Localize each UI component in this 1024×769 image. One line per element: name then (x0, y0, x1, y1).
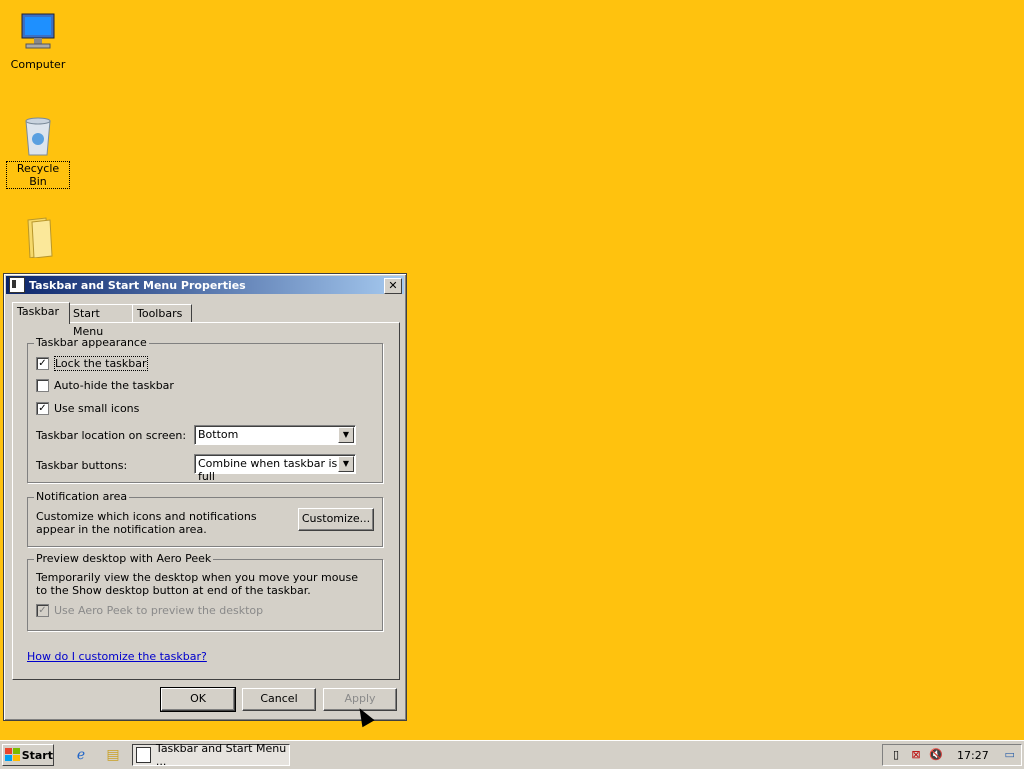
checkbox-box[interactable]: ✓ (36, 402, 49, 415)
checkbox-box[interactable]: ✓ (36, 357, 49, 370)
computer-icon (16, 10, 60, 54)
checkbox-label: Use small icons (54, 402, 140, 415)
tab-panel-taskbar: Taskbar appearance ✓ Lock the taskbar Au… (12, 322, 400, 680)
buttons-label: Taskbar buttons: (36, 459, 128, 472)
ok-button[interactable]: OK (160, 687, 236, 712)
chevron-down-icon[interactable]: ▼ (338, 456, 354, 472)
network-disconnected-icon[interactable]: ⊠ (909, 748, 923, 762)
desktop-icon-label: Recycle Bin (6, 161, 70, 189)
checkbox-label: Use Aero Peek to preview the desktop (54, 604, 264, 617)
checkbox-label: Auto-hide the taskbar (54, 379, 174, 392)
show-desktop-icon[interactable]: ▭ (1003, 748, 1017, 762)
tab-toolbars[interactable]: Toolbars (132, 304, 192, 323)
dialog-title: Taskbar and Start Menu Properties (29, 278, 246, 292)
aero-peek-description: Temporarily view the desktop when you mo… (36, 571, 358, 597)
lock-taskbar-checkbox[interactable]: ✓ Lock the taskbar (36, 356, 148, 371)
chevron-down-icon[interactable]: ▼ (338, 427, 354, 443)
aero-peek-checkbox: ✓ Use Aero Peek to preview the desktop (36, 604, 263, 617)
task-button-label: Taskbar and Start Menu ... (155, 742, 287, 768)
help-link[interactable]: How do I customize the taskbar? (27, 650, 207, 663)
start-button[interactable]: Start (2, 744, 54, 766)
customize-button[interactable]: Customize... (298, 508, 374, 531)
window-icon (9, 277, 25, 293)
tab-start-menu[interactable]: Start Menu (68, 304, 138, 338)
clock[interactable]: 17:27 (957, 749, 989, 762)
document-icon[interactable]: ▯ (889, 748, 903, 762)
dialog-titlebar[interactable]: Taskbar and Start Menu Properties ✕ (6, 276, 404, 294)
desktop-icon-recycle-bin[interactable]: Recycle Bin (6, 113, 70, 189)
windows-logo-icon (5, 748, 20, 762)
group-legend: Notification area (34, 490, 130, 503)
auto-hide-checkbox[interactable]: Auto-hide the taskbar (36, 379, 174, 392)
checkbox-box[interactable] (36, 379, 49, 392)
group-notification-area: Notification area Customize which icons … (27, 490, 383, 547)
buttons-select[interactable]: Combine when taskbar is full ▼ (194, 454, 356, 483)
taskbar: Start ℯ ▤ Taskbar and Start Menu ... ▯ ⊠… (0, 740, 1024, 769)
checkbox-label: Lock the taskbar (54, 356, 148, 371)
buttons-value: Combine when taskbar is full (198, 457, 338, 483)
cancel-button[interactable]: Cancel (242, 688, 316, 711)
close-button[interactable]: ✕ (384, 278, 402, 294)
group-legend: Preview desktop with Aero Peek (34, 552, 214, 565)
location-label: Taskbar location on screen: (36, 429, 187, 442)
checkbox-box: ✓ (36, 604, 49, 617)
internet-explorer-icon[interactable]: ℯ (72, 746, 90, 764)
desktop-icon-label: Computer (10, 58, 66, 71)
tab-taskbar[interactable]: Taskbar (12, 302, 70, 324)
desktop-icon-computer[interactable]: Computer (6, 10, 70, 71)
volume-muted-icon[interactable]: 🔇 (929, 748, 943, 762)
notification-description: Customize which icons and notifications … (36, 510, 257, 536)
small-icons-checkbox[interactable]: ✓ Use small icons (36, 402, 139, 415)
task-button-taskbar-properties[interactable]: Taskbar and Start Menu ... (132, 742, 290, 768)
location-value: Bottom (198, 428, 239, 441)
folder-icon (16, 214, 60, 259)
group-aero-peek: Preview desktop with Aero Peek Temporari… (27, 552, 383, 631)
taskbar-properties-dialog: Taskbar and Start Menu Properties ✕ Task… (3, 273, 407, 721)
system-tray: ▯ ⊠ 🔇 17:27 ▭ (882, 744, 1022, 766)
recycle-bin-icon (16, 113, 60, 157)
group-taskbar-appearance: Taskbar appearance ✓ Lock the taskbar Au… (27, 336, 383, 483)
explorer-folder-icon[interactable]: ▤ (104, 746, 122, 764)
start-label: Start (21, 748, 53, 762)
location-select[interactable]: Bottom ▼ (194, 425, 356, 445)
group-legend: Taskbar appearance (34, 336, 149, 349)
desktop-icon-folder[interactable] (6, 214, 70, 262)
window-icon (136, 747, 151, 763)
